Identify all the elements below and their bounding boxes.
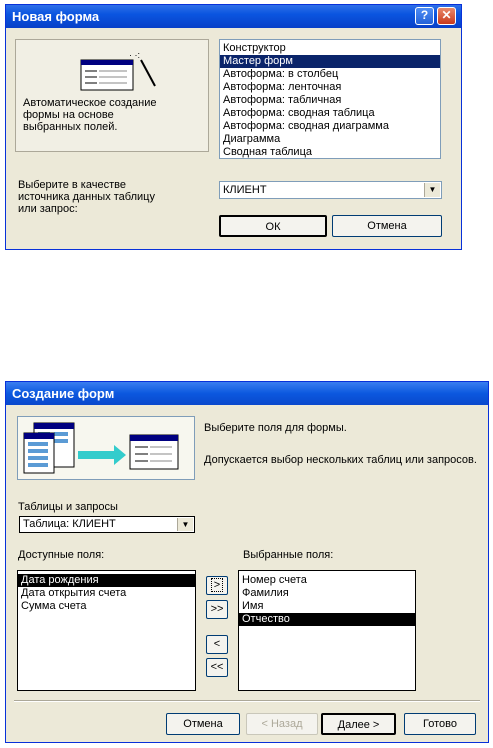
- hint-text: Выберите поля для формы.: [204, 422, 347, 434]
- source-value: КЛИЕНТ: [223, 184, 267, 196]
- selected-fields-list[interactable]: Номер счета Фамилия Имя Отчество: [238, 570, 416, 691]
- available-label: Доступные поля:: [18, 549, 105, 561]
- tables-select[interactable]: Таблица: КЛИЕНТ ▼: [19, 516, 195, 533]
- dialog-title-bar[interactable]: Создание форм: [6, 382, 488, 405]
- list-item[interactable]: Автоформа: в столбец: [220, 68, 440, 81]
- ok-button[interactable]: ОК: [219, 215, 327, 237]
- available-fields-list[interactable]: Дата рождения Дата открытия счета Сумма …: [17, 570, 196, 691]
- move-one-label: >: [210, 578, 224, 592]
- divider: [14, 700, 480, 702]
- list-item[interactable]: Дата открытия счета: [18, 587, 195, 600]
- list-item[interactable]: Автоформа: табличная: [220, 94, 440, 107]
- finish-button[interactable]: Готово: [404, 713, 476, 735]
- list-item[interactable]: Сумма счета: [18, 600, 195, 613]
- close-button[interactable]: ✕: [437, 7, 456, 25]
- back-button[interactable]: < Назад: [246, 713, 318, 735]
- preview-panel: · ·: Автоматическое создание формы на ос…: [15, 39, 209, 152]
- help-button[interactable]: ?: [415, 7, 434, 25]
- move-all-button[interactable]: >>: [206, 600, 228, 619]
- chevron-down-icon[interactable]: ▼: [177, 518, 193, 531]
- source-select[interactable]: КЛИЕНТ ▼: [219, 181, 442, 199]
- tables-value: Таблица: КЛИЕНТ: [23, 518, 116, 530]
- form-description: Автоматическое создание формы на основе …: [23, 97, 157, 133]
- source-label: Выберите в качестве источника данных таб…: [18, 179, 155, 215]
- list-item[interactable]: Номер счета: [239, 574, 415, 587]
- form-type-list[interactable]: Конструктор Мастер форм Автоформа: в сто…: [219, 39, 441, 159]
- svg-text:· ·:: · ·:: [129, 50, 140, 60]
- cancel-button[interactable]: Отмена: [332, 215, 442, 237]
- list-item[interactable]: Конструктор: [220, 42, 440, 55]
- list-item[interactable]: Автоформа: сводная диаграмма: [220, 120, 440, 133]
- list-item[interactable]: Автоформа: ленточная: [220, 81, 440, 94]
- list-item-selected[interactable]: Дата рождения: [18, 574, 195, 587]
- chevron-down-icon[interactable]: ▼: [424, 183, 440, 197]
- tables-label: Таблицы и запросы: [18, 501, 118, 513]
- dialog-title: Создание форм: [12, 386, 115, 401]
- remove-one-button[interactable]: <: [206, 635, 228, 654]
- dialog-title-bar[interactable]: Новая форма ? ✕: [6, 5, 461, 28]
- form-wizard-icon: · ·:: [80, 50, 156, 91]
- cancel-button[interactable]: Отмена: [166, 713, 240, 735]
- list-item[interactable]: Фамилия: [239, 587, 415, 600]
- hint-text-2: Допускается выбор нескольких таблиц или …: [204, 454, 477, 466]
- list-item[interactable]: Сводная таблица: [220, 146, 440, 159]
- selected-label: Выбранные поля:: [243, 549, 334, 561]
- remove-all-button[interactable]: <<: [206, 658, 228, 677]
- dialog-title: Новая форма: [12, 9, 100, 24]
- list-item[interactable]: Диаграмма: [220, 133, 440, 146]
- field-transfer-icon: [23, 422, 179, 474]
- next-button[interactable]: Далее >: [321, 713, 396, 735]
- form-wizard-dialog: Создание форм Выберите поля для формы. Д…: [5, 381, 489, 743]
- list-item-selected[interactable]: Мастер форм: [220, 55, 440, 68]
- move-one-button[interactable]: >: [206, 576, 228, 595]
- list-item-selected[interactable]: Отчество: [239, 613, 415, 626]
- list-item[interactable]: Имя: [239, 600, 415, 613]
- wizard-illustration: [17, 416, 195, 480]
- list-item[interactable]: Автоформа: сводная таблица: [220, 107, 440, 120]
- new-form-dialog: Новая форма ? ✕ · ·: Автоматическое созд…: [5, 4, 462, 250]
